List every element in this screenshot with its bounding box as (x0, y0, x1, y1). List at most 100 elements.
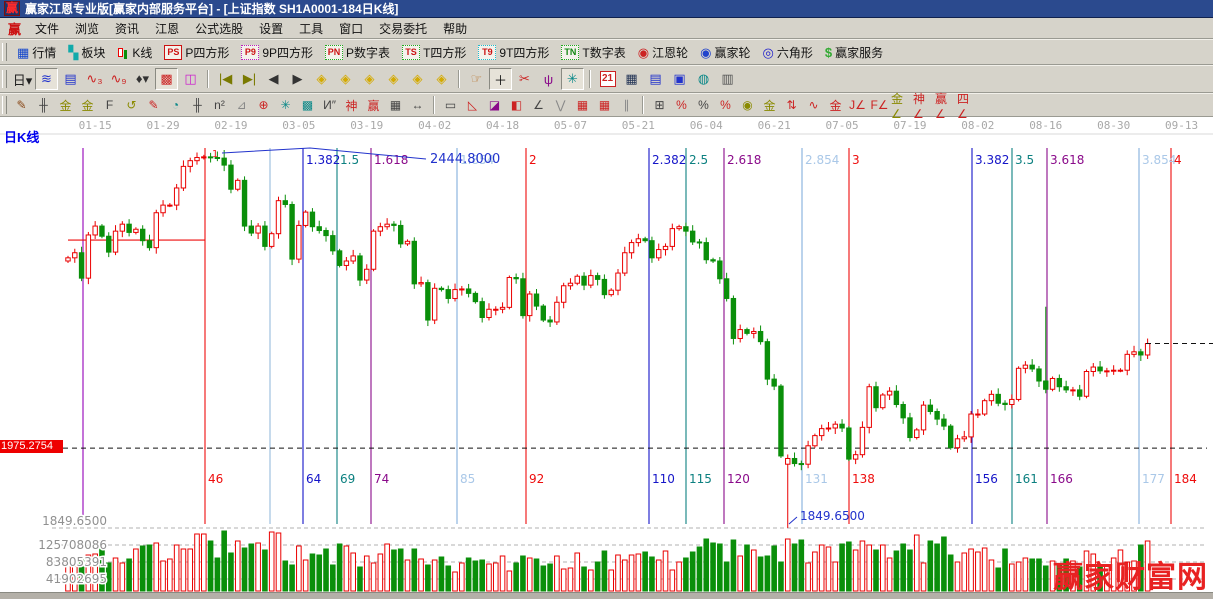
tool-percent-table[interactable]: ⊞ (649, 96, 670, 115)
bottom-scroll-strip[interactable] (0, 592, 1213, 599)
toolbar-drag-handle[interactable] (2, 96, 7, 114)
toolbar-button-kline[interactable]: K线 (111, 42, 158, 63)
toolbar-button-sectors[interactable]: ▚板块 (62, 42, 111, 63)
tool-number-grid[interactable]: ▦ (385, 96, 406, 115)
tool-fan-box[interactable]: ◪ (484, 96, 505, 115)
tool-win-angle[interactable]: 赢∠ (935, 96, 956, 115)
menu-item-9[interactable]: 帮助 (435, 18, 475, 39)
tool-percent-line[interactable]: % (715, 96, 736, 115)
tool-period-daily-dropdown[interactable]: 日▾ (11, 68, 34, 90)
tool-percent-slash[interactable]: % (671, 96, 692, 115)
tool-percent[interactable]: % (693, 96, 714, 115)
toolbar-button-9p-square[interactable]: P99P四方形 (235, 42, 319, 63)
toolbar-drag-handle[interactable] (2, 70, 7, 88)
toolbar-button-t-square[interactable]: TST四方形 (396, 42, 472, 63)
tool-first-bar[interactable]: |◀ (214, 68, 237, 90)
kline-chart[interactable]: 01-1501-2902-1903-0503-1904-0204-1805-07… (0, 118, 1213, 599)
tool-diamond-plus[interactable]: ◈ (430, 68, 453, 90)
toolbar-drag-handle[interactable] (2, 43, 7, 61)
menu-item-3[interactable]: 江恩 (147, 18, 187, 39)
tool-gann-web[interactable]: ✳ (275, 96, 296, 115)
tool-red-grid-b[interactable]: ▦ (594, 96, 615, 115)
tool-calculator[interactable]: ▦ (620, 68, 643, 90)
tool-brush-tool[interactable]: ✎ (11, 96, 32, 115)
menu-item-7[interactable]: 窗口 (331, 18, 371, 39)
tool-pan-hand[interactable]: ☞ (465, 68, 488, 90)
tool-diamond-x[interactable]: ◈ (382, 68, 405, 90)
menu-item-6[interactable]: 工具 (291, 18, 331, 39)
tool-next-bar[interactable]: ▶ (286, 68, 309, 90)
tool-win-grid[interactable]: 赢 (363, 96, 384, 115)
tool-note-panel[interactable]: ▤ (59, 68, 82, 90)
toolbar-button-winner-wheel[interactable]: ◉赢家轮 (694, 42, 756, 63)
tool-prev-bar[interactable]: ◀ (262, 68, 285, 90)
tool-box-tool[interactable]: ▭ (440, 96, 461, 115)
tool-gold-circle[interactable]: ◉ (737, 96, 758, 115)
tool-gann-mode[interactable]: ≋ (35, 68, 58, 90)
tool-parallel-lines[interactable]: ∥ (616, 96, 637, 115)
tool-candle-style-dropdown[interactable]: ♦▾ (131, 68, 154, 90)
menu-item-1[interactable]: 浏览 (67, 18, 107, 39)
menu-item-4[interactable]: 公式选股 (187, 18, 251, 39)
tool-profile-chart[interactable]: ◫ (179, 68, 202, 90)
tool-angle-fan[interactable]: ⊿ (231, 96, 252, 115)
tool-wave-mark[interactable]: И″ (319, 96, 340, 115)
tool-shen-grid[interactable]: 神 (341, 96, 362, 115)
child-window-icon[interactable]: 赢 (0, 19, 27, 38)
tool-time-clock[interactable]: ◔ (165, 96, 186, 115)
tool-gold-lines[interactable]: 金 (759, 96, 780, 115)
tool-f-angle[interactable]: F∠ (869, 96, 890, 115)
toolbar-button-p-square[interactable]: PSP四方形 (158, 42, 235, 63)
tool-diamond-move[interactable]: ◈ (358, 68, 381, 90)
tool-gold-grid-a[interactable]: 金 (55, 96, 76, 115)
tool-gann-box-web[interactable]: ▩ (297, 96, 318, 115)
tool-n-square[interactable]: n² (209, 96, 230, 115)
tool-diamond-left[interactable]: ◈ (310, 68, 333, 90)
tool-circle-cross[interactable]: ⊕ (253, 96, 274, 115)
toolbar-button-9t-square[interactable]: T99T四方形 (472, 42, 555, 63)
menu-item-0[interactable]: 文件 (27, 18, 67, 39)
tool-f-grid[interactable]: F (99, 96, 120, 115)
tool-wave-9[interactable]: ∿₉ (107, 68, 130, 90)
tool-zigzag-tool[interactable]: ⋁ (550, 96, 571, 115)
toolbar-button-winner-service[interactable]: $赢家服务 (819, 42, 889, 63)
tool-diamond-right[interactable]: ◈ (334, 68, 357, 90)
tool-gold-grid-b[interactable]: 金 (77, 96, 98, 115)
tool-spiral-tool[interactable]: ↺ (121, 96, 142, 115)
tool-angle-measure[interactable]: ✂ (513, 68, 536, 90)
tool-web-cursor[interactable]: ✳ (561, 68, 584, 90)
tool-wave-3[interactable]: ∿₃ (83, 68, 106, 90)
toolbar-button-quotes[interactable]: ▦行情 (11, 42, 62, 63)
tool-gold-angle[interactable]: 金∠ (891, 96, 912, 115)
tool-web-update[interactable]: ◍ (692, 68, 715, 90)
tool-span-arrow[interactable]: ↔ (407, 96, 428, 115)
tool-last-bar[interactable]: ▶| (238, 68, 261, 90)
tool-fan-square[interactable]: ◧ (506, 96, 527, 115)
tool-swing-tool[interactable]: ⇅ (781, 96, 802, 115)
tool-pick-tool[interactable]: ✎ (143, 96, 164, 115)
tool-calendar-21[interactable]: 21 (596, 68, 619, 90)
toolbar-button-gann-wheel[interactable]: ◉江恩轮 (632, 42, 694, 63)
tool-si-angle[interactable]: 四∠ (957, 96, 978, 115)
menu-item-5[interactable]: 设置 (251, 18, 291, 39)
tool-save[interactable]: ▣ (668, 68, 691, 90)
tool-ruler-grid[interactable]: ╫ (187, 96, 208, 115)
tool-remote-assist[interactable]: ▥ (716, 68, 739, 90)
toolbar-button-t-number-table[interactable]: TNT数字表 (555, 42, 631, 63)
toolbar-button-hexagon[interactable]: ◎六角形 (756, 42, 818, 63)
tool-notes[interactable]: ▤ (644, 68, 667, 90)
tool-trend-angle[interactable]: ∠ (528, 96, 549, 115)
tool-wave-line[interactable]: ∿ (803, 96, 824, 115)
tool-gann-grid[interactable]: ▩ (155, 68, 178, 90)
tool-pitchfork[interactable]: ψ (537, 68, 560, 90)
tool-gold-underline[interactable]: 金 (825, 96, 846, 115)
menu-item-8[interactable]: 交易委托 (371, 18, 435, 39)
menu-item-2[interactable]: 资讯 (107, 18, 147, 39)
tool-shen-angle[interactable]: 神∠ (913, 96, 934, 115)
toolbar-button-p-number-table[interactable]: PNP数字表 (319, 42, 396, 63)
tool-speed-fan[interactable]: ◺ (462, 96, 483, 115)
tool-grid-tool[interactable]: ╫ (33, 96, 54, 115)
tool-j-angle[interactable]: J∠ (847, 96, 868, 115)
tool-diamond-star[interactable]: ◈ (406, 68, 429, 90)
tool-crosshair[interactable]: ＋ (489, 68, 512, 90)
